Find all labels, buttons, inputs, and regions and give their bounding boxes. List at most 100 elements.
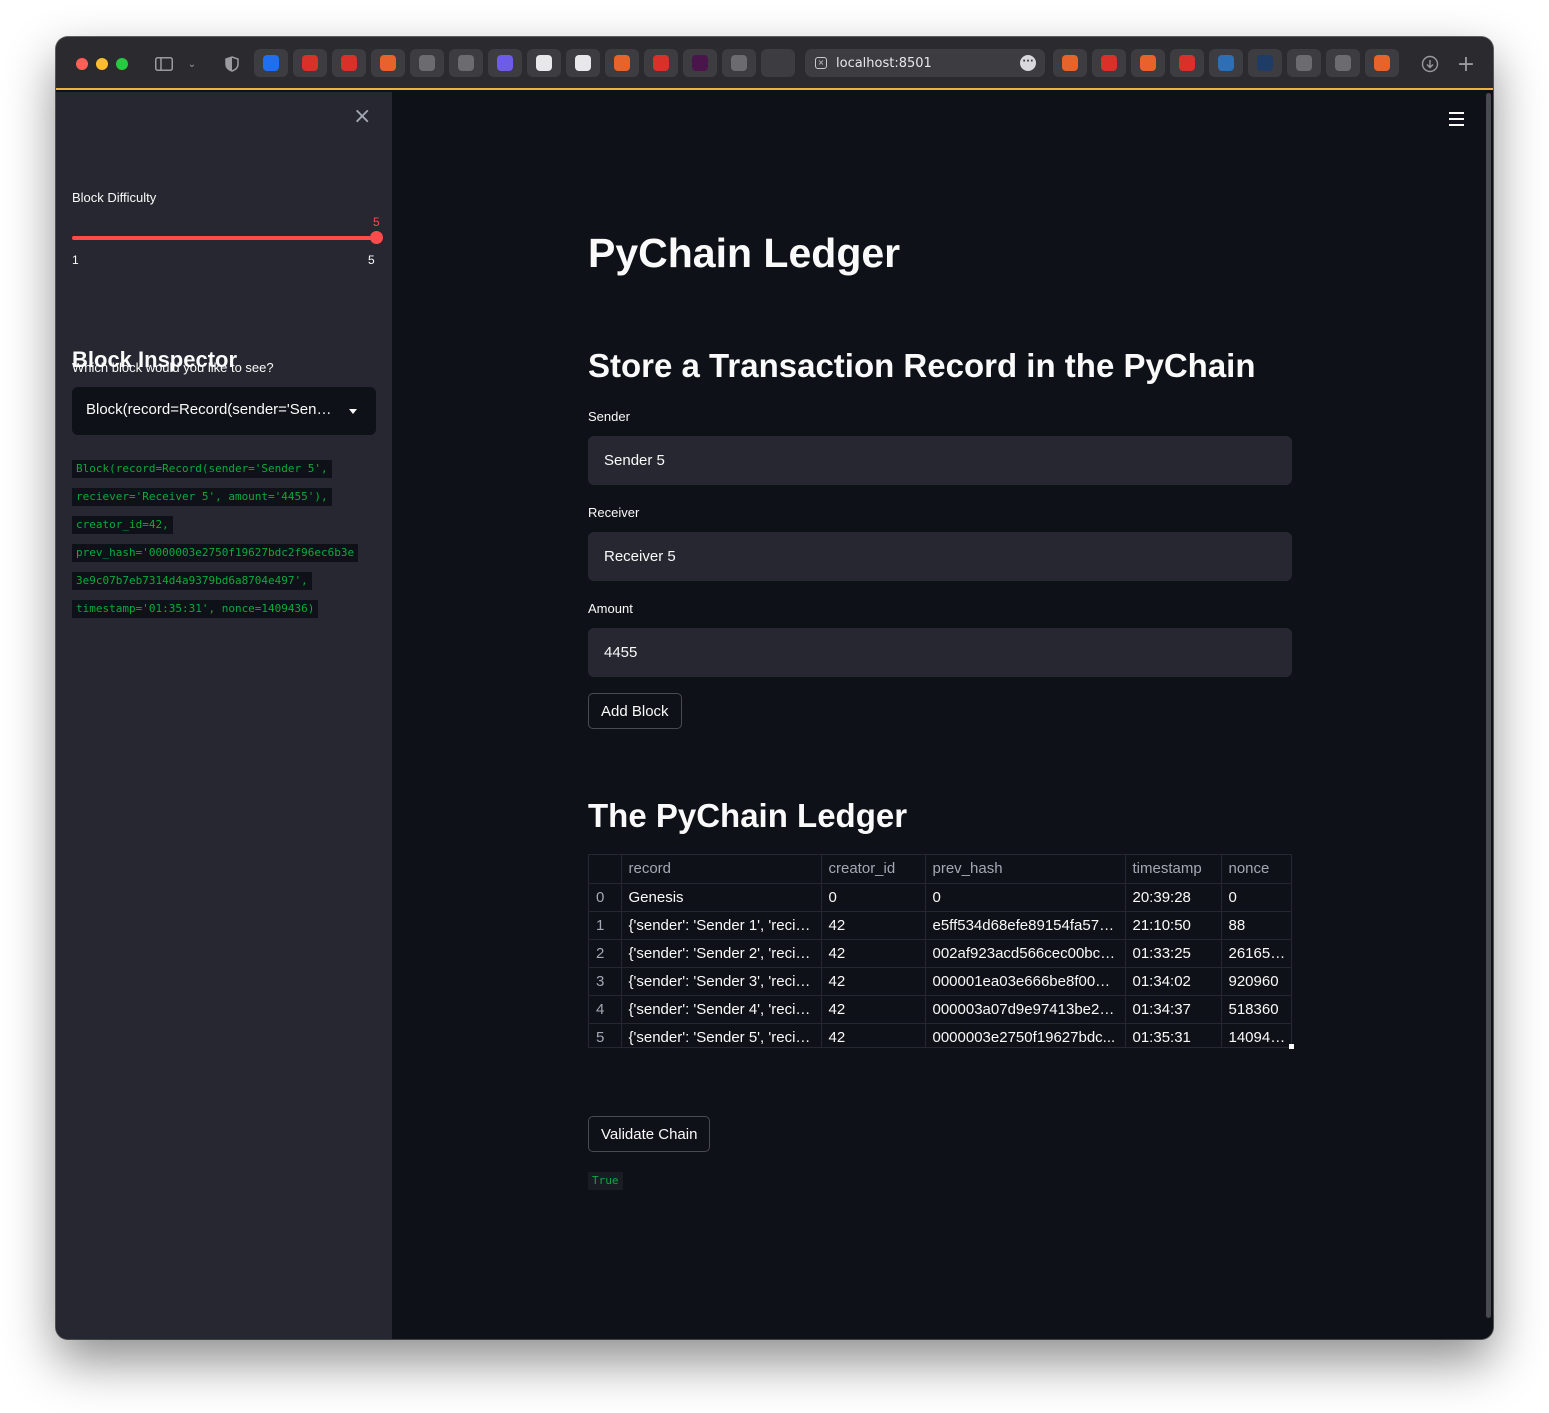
sidebar-toggle-icon[interactable] <box>152 52 176 76</box>
table-cell[interactable]: 88 <box>1221 911 1291 940</box>
receiver-input[interactable] <box>588 532 1292 581</box>
pinned-tab[interactable] <box>683 49 717 77</box>
minimize-window-button[interactable] <box>96 58 108 70</box>
table-cell[interactable]: 0000003e2750f19627bdc... <box>925 1023 1126 1047</box>
table-cell[interactable]: 1409436 <box>1221 1023 1291 1047</box>
pinned-tab[interactable] <box>488 49 522 77</box>
pinned-tab[interactable] <box>332 49 366 77</box>
difficulty-slider-thumb[interactable] <box>370 231 383 244</box>
tab-favicon-icon <box>1179 55 1195 71</box>
pinned-tab[interactable] <box>449 49 483 77</box>
table-cell[interactable]: 42 <box>821 967 926 996</box>
column-header[interactable]: record <box>621 855 822 884</box>
pinned-tab[interactable] <box>1131 49 1165 77</box>
table-cell[interactable]: 0 <box>821 883 926 912</box>
table-cell[interactable]: 42 <box>821 911 926 940</box>
table-cell[interactable]: {'sender': 'Sender 1', 'reciever': 'Rece… <box>621 911 822 940</box>
table-row[interactable]: 5{'sender': 'Sender 5', 'reciever': 'Rec… <box>589 1023 1291 1047</box>
maximize-window-button[interactable] <box>116 58 128 70</box>
table-cell[interactable]: 01:34:37 <box>1125 995 1222 1024</box>
pinned-tab[interactable] <box>566 49 600 77</box>
table-cell[interactable]: 5 <box>589 1023 622 1047</box>
table-cell[interactable]: {'sender': 'Sender 3', 'reciever': 'Rece… <box>621 967 822 996</box>
column-header[interactable] <box>589 855 622 884</box>
table-cell[interactable]: 002af923acd566cec00bc1... <box>925 939 1126 968</box>
table-resize-handle[interactable] <box>1289 1044 1294 1049</box>
tab-favicon-icon <box>575 55 591 71</box>
table-cell[interactable]: 42 <box>821 995 926 1024</box>
table-cell[interactable]: 42 <box>821 939 926 968</box>
table-cell[interactable]: 518360 <box>1221 995 1291 1024</box>
close-window-button[interactable] <box>76 58 88 70</box>
pinned-tab[interactable] <box>1053 49 1087 77</box>
table-cell[interactable]: 01:35:31 <box>1125 1023 1222 1047</box>
table-cell[interactable]: 21:10:50 <box>1125 911 1222 940</box>
column-header[interactable]: creator_id <box>821 855 926 884</box>
more-options-icon[interactable]: ··· <box>1020 55 1036 71</box>
table-cell[interactable]: Genesis <box>621 883 822 912</box>
receiver-label: Receiver <box>588 505 640 520</box>
table-cell[interactable]: 42 <box>821 1023 926 1047</box>
table-row[interactable]: 4{'sender': 'Sender 4', 'reciever': 'Rec… <box>589 995 1291 1024</box>
table-cell[interactable]: e5ff534d68efe89154fa571... <box>925 911 1126 940</box>
close-sidebar-icon[interactable]: × <box>353 106 371 128</box>
table-cell[interactable]: {'sender': 'Sender 5', 'reciever': 'Rece… <box>621 1023 822 1047</box>
table-row[interactable]: 3{'sender': 'Sender 3', 'reciever': 'Rec… <box>589 967 1291 996</box>
table-cell[interactable]: 2 <box>589 939 622 968</box>
table-cell[interactable]: 01:34:02 <box>1125 967 1222 996</box>
table-cell[interactable]: 0 <box>589 883 622 912</box>
downloads-icon[interactable] <box>1418 52 1442 76</box>
address-bar[interactable]: × localhost:8501 ··· <box>805 49 1045 77</box>
pinned-tab[interactable] <box>1209 49 1243 77</box>
table-cell[interactable]: {'sender': 'Sender 2', 'reciever': 'Rece… <box>621 939 822 968</box>
column-header[interactable]: prev_hash <box>925 855 1126 884</box>
chevron-down-icon[interactable]: ⌄ <box>180 52 204 76</box>
tab-favicon-icon <box>1218 55 1234 71</box>
table-row[interactable]: 1{'sender': 'Sender 1', 'reciever': 'Rec… <box>589 911 1291 940</box>
column-header[interactable]: timestamp <box>1125 855 1222 884</box>
sender-input[interactable] <box>588 436 1292 485</box>
table-cell[interactable]: 1 <box>589 911 622 940</box>
pinned-tab[interactable] <box>254 49 288 77</box>
window-scrollbar[interactable] <box>1486 93 1491 1318</box>
table-cell[interactable]: 000003a07d9e97413be23... <box>925 995 1126 1024</box>
pinned-tab[interactable] <box>1248 49 1282 77</box>
table-row[interactable]: 2{'sender': 'Sender 2', 'reciever': 'Rec… <box>589 939 1291 968</box>
add-block-button[interactable]: Add Block <box>588 693 682 729</box>
pinned-tab[interactable] <box>293 49 327 77</box>
difficulty-slider-track[interactable] <box>72 236 376 240</box>
table-cell[interactable]: 20:39:28 <box>1125 883 1222 912</box>
pinned-tab[interactable] <box>1170 49 1204 77</box>
table-cell[interactable]: 2616532 <box>1221 939 1291 968</box>
table-cell[interactable]: 0 <box>1221 883 1291 912</box>
shield-icon[interactable] <box>220 52 244 76</box>
pinned-tab[interactable] <box>410 49 444 77</box>
amount-input[interactable] <box>588 628 1292 677</box>
caret-down-icon[interactable] <box>349 409 357 414</box>
pinned-tab[interactable] <box>1365 49 1399 77</box>
pinned-tab[interactable] <box>371 49 405 77</box>
slider-current-value: 5 <box>373 215 380 229</box>
pinned-tab[interactable] <box>722 49 756 77</box>
table-cell[interactable]: 4 <box>589 995 622 1024</box>
ledger-table[interactable]: record creator_id prev_hash timestamp no… <box>588 854 1292 1048</box>
table-cell[interactable]: 920960 <box>1221 967 1291 996</box>
pinned-tab[interactable] <box>605 49 639 77</box>
pinned-tab[interactable] <box>1287 49 1321 77</box>
block-select[interactable]: Block(record=Record(sender='Sender 5', r… <box>72 387 376 435</box>
pinned-tab[interactable] <box>527 49 561 77</box>
table-cell[interactable]: 01:33:25 <box>1125 939 1222 968</box>
pinned-tab[interactable] <box>1326 49 1360 77</box>
pinned-tab[interactable] <box>761 49 795 77</box>
new-tab-icon[interactable]: + <box>1454 52 1478 77</box>
table-cell[interactable]: 0 <box>925 883 1126 912</box>
menu-icon[interactable] <box>1449 112 1464 130</box>
table-cell[interactable]: 000001ea03e666be8f00ce... <box>925 967 1126 996</box>
validate-chain-button[interactable]: Validate Chain <box>588 1116 711 1152</box>
pinned-tab[interactable] <box>1092 49 1126 77</box>
pinned-tab[interactable] <box>644 49 678 77</box>
table-cell[interactable]: 3 <box>589 967 622 996</box>
column-header[interactable]: nonce <box>1221 855 1291 884</box>
table-row[interactable]: 0 Genesis 0 0 20:39:28 0 <box>589 883 1291 912</box>
table-cell[interactable]: {'sender': 'Sender 4', 'reciever': 'Rece… <box>621 995 822 1024</box>
